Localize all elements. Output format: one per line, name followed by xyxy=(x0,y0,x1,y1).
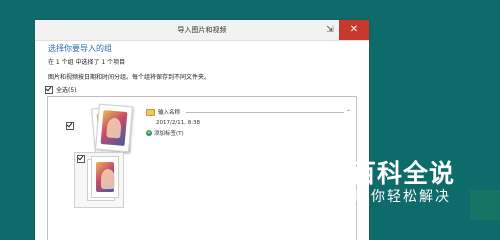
watermark: 百科全说 助你轻松解决 xyxy=(338,160,468,206)
watermark-subtitle: 助你轻松解决 xyxy=(355,189,451,205)
add-tag-icon: + xyxy=(146,130,152,136)
photo-item[interactable] xyxy=(74,152,124,208)
photo-thumbnail-front xyxy=(91,156,119,198)
photo-image xyxy=(96,162,115,192)
close-icon: ✕ xyxy=(349,24,359,35)
dialog-heading: 选择你要导入的组 xyxy=(48,44,112,53)
window-title: 导入图片和视频 xyxy=(177,26,227,34)
photo-item-checkbox[interactable] xyxy=(77,155,85,163)
folder-icon xyxy=(146,108,155,116)
selection-summary: 在 1 个组 中选择了 1 个项目 xyxy=(48,59,126,66)
watermark-title: 百科全说 xyxy=(350,159,455,188)
collapse-chevron-icon[interactable]: ⌃ xyxy=(346,109,351,116)
select-all-label: 全选(5) xyxy=(56,87,77,94)
group-thumbnail-front[interactable] xyxy=(95,103,133,153)
close-button[interactable]: ✕ xyxy=(339,20,369,40)
group-checkbox[interactable] xyxy=(66,122,74,130)
group-divider xyxy=(186,111,344,113)
select-all-checkbox[interactable]: 全选(5) xyxy=(45,85,77,94)
group-header: 输入名称 ⌃ xyxy=(146,107,351,117)
photo-image xyxy=(100,110,128,146)
add-tags-link[interactable]: + 添加标签(T) xyxy=(146,129,184,137)
group-datetime: 2017/2/11, 8:38 xyxy=(156,120,201,126)
grouping-description: 图片和视频按日期和时间分组。每个组将保存到不同文件夹。 xyxy=(48,74,211,81)
add-tags-label: 添加标签(T) xyxy=(154,131,184,137)
title-bar: 导入图片和视频 ⇲ ✕ xyxy=(35,20,369,41)
group-list: 输入名称 ⌃ 2017/2/11, 8:38 + 添加标签(T) xyxy=(47,96,357,240)
watermark-accent xyxy=(470,190,500,220)
window-menu-icon[interactable]: ⇲ xyxy=(324,24,336,36)
import-dialog: 导入图片和视频 ⇲ ✕ 选择你要导入的组 在 1 个组 中选择了 1 个项目 图… xyxy=(35,20,369,240)
group-name-input[interactable]: 输入名称 xyxy=(158,108,180,116)
select-all-check-icon xyxy=(45,85,53,94)
